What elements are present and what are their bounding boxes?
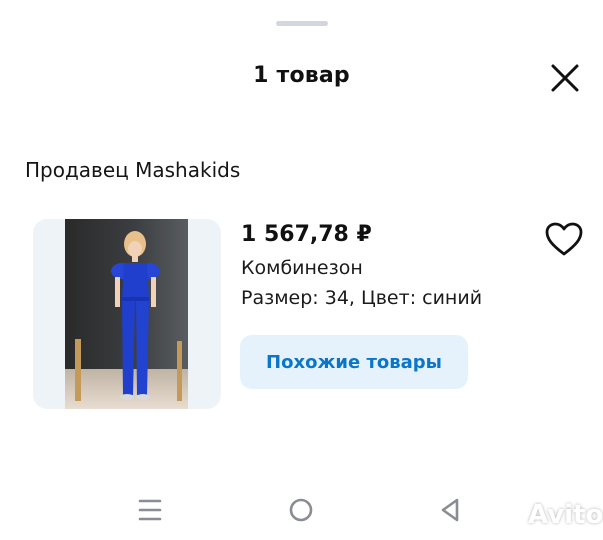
avito-watermark: Avito [494, 498, 603, 532]
home-circle-icon [289, 498, 313, 522]
sheet-drag-handle[interactable] [276, 21, 328, 26]
back-triangle-icon [441, 498, 459, 522]
product-thumbnail[interactable] [33, 219, 221, 409]
product-price: 1 567,78 ₽ [241, 222, 372, 247]
avito-logo-icon [494, 502, 522, 529]
product-attributes: Размер: 34, Цвет: синий [241, 287, 483, 309]
nav-home-button[interactable] [281, 490, 321, 530]
watermark-text: Avito [528, 500, 603, 530]
product-photo [65, 219, 188, 409]
similar-products-button[interactable]: Похожие товары [240, 335, 468, 389]
product-name[interactable]: Комбинезон [241, 257, 363, 279]
favorite-button[interactable] [542, 219, 586, 259]
sheet-title: 1 товар [253, 63, 350, 88]
seller-label[interactable]: Продавец Mashakids [25, 158, 240, 182]
close-button[interactable] [546, 59, 584, 97]
nav-back-button[interactable] [431, 490, 471, 530]
heart-outline-icon [545, 222, 583, 256]
menu-icon [138, 499, 162, 521]
nav-menu-button[interactable] [130, 490, 170, 530]
close-icon [551, 64, 579, 92]
